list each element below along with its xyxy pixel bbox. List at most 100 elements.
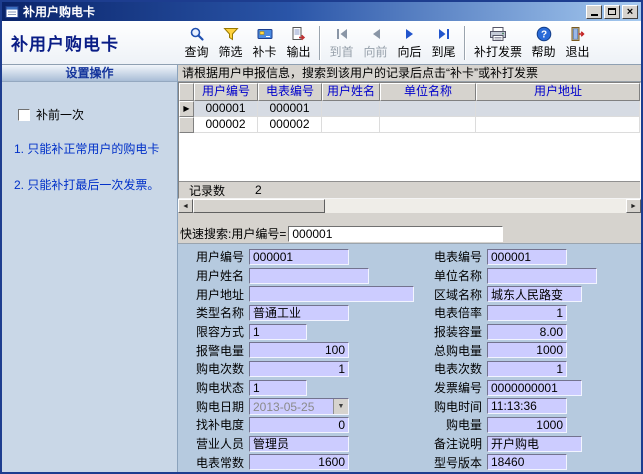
cell-user-id[interactable]: 000001 [194,101,258,117]
operator-input[interactable] [249,436,349,452]
purchase-status-label: 购电状态 [184,379,244,396]
purchase-time-label: 购电时间 [422,398,482,415]
cell-unit-name[interactable] [380,101,476,117]
scrollbar-track[interactable] [325,199,626,213]
toolbar: 查询 筛选 补卡 输出 到首 向前 [178,21,641,64]
quick-search-input[interactable] [288,226,503,242]
column-header-meter-id[interactable]: 电表编号 [258,83,322,101]
scroll-right-button[interactable]: ► [626,199,641,213]
remarks-label: 备注说明 [422,435,482,452]
scroll-left-button[interactable]: ◄ [178,199,193,213]
table-row[interactable]: 000002 000002 [179,117,640,133]
titlebar: 补用户购电卡 × [2,2,641,21]
maximize-icon [608,8,616,15]
quick-search-bar: 快速搜索:用户编号= [178,224,641,244]
help-button[interactable]: ? 帮助 [527,23,560,62]
purchase-time-input[interactable] [487,398,567,414]
table-row[interactable]: ▶ 000001 000001 [179,101,640,117]
remarks-input[interactable] [487,436,582,452]
region-name-label: 区域名称 [422,286,482,303]
close-button[interactable]: × [622,5,638,19]
record-count-value: 2 [255,183,262,197]
column-header-unit-name[interactable]: 单位名称 [380,83,476,101]
purchase-status-input[interactable] [249,380,307,396]
installed-capacity-input[interactable] [487,324,567,340]
model-version-input[interactable] [487,454,567,470]
sidebar: 设置操作 补前一次 1. 只能补正常用户的购电卡 2. 只能补打最后一次发票。 [2,65,178,472]
user-address-input[interactable] [249,286,414,302]
first-record-icon [333,26,351,42]
cell-meter-id[interactable]: 000002 [258,117,322,133]
detail-form: 用户编号 用户姓名 用户地址 类型名称 限容方式 报警电量 购电次数 购电状态 … [178,244,641,472]
toolbar-separator [319,26,321,60]
exit-button-label: 退出 [566,43,590,60]
type-name-input[interactable] [249,305,349,321]
cell-user-id[interactable]: 000002 [194,117,258,133]
next-record-button[interactable]: 向后 [393,23,426,62]
reprint-invoice-button-label: 补打发票 [474,43,522,60]
scroll-right-icon: ► [630,203,637,210]
alarm-power-input[interactable] [249,342,349,358]
card-icon [256,26,274,42]
horizontal-scrollbar[interactable]: ◄ ► [178,199,641,213]
column-header-user-id[interactable]: 用户编号 [194,83,258,101]
sidebar-title: 设置操作 [2,65,177,82]
grid-header-row: 用户编号 电表编号 用户姓名 单位名称 用户地址 [179,83,640,101]
scrollbar-thumb[interactable] [193,199,325,213]
cell-user-name[interactable] [322,101,380,117]
panel-spacer [178,213,641,224]
user-address-label: 用户地址 [184,286,244,303]
model-version-label: 型号版本 [422,454,482,471]
meter-constant-input[interactable] [249,454,349,470]
filter-button[interactable]: 筛选 [214,23,247,62]
grid-gutter-header [179,83,194,101]
purchase-power-input[interactable] [487,417,567,433]
meter-ratio-input[interactable] [487,305,567,321]
column-header-user-address[interactable]: 用户地址 [476,83,640,101]
checkbox-icon[interactable] [18,109,30,121]
first-record-button[interactable]: 到首 [325,23,358,62]
purchase-date-select[interactable]: 2013-05-25 ▼ [249,398,349,415]
user-id-input[interactable] [249,249,349,265]
cell-user-address[interactable] [476,101,640,117]
type-name-label: 类型名称 [184,304,244,321]
invoice-number-input[interactable] [487,380,582,396]
export-icon [290,26,308,42]
meter-constant-label: 电表常数 [184,454,244,471]
instruction-bar: 请根据用户申报信息，搜索到该用户的记录后点击“补卡”或补打发票 [178,65,641,82]
user-name-input[interactable] [249,268,369,284]
meter-ratio-label: 电表倍率 [422,304,482,321]
help-icon: ? [535,26,553,42]
pre-once-checkbox-row[interactable]: 补前一次 [18,106,177,123]
search-icon [188,26,206,42]
meter-id-input[interactable] [487,249,567,265]
form-right-column: 电表编号 单位名称 区域名称 电表倍率 报装容量 总购电量 电表次数 发票编号 … [422,248,641,472]
cell-unit-name[interactable] [380,117,476,133]
unit-name-label: 单位名称 [422,267,482,284]
query-button[interactable]: 查询 [180,23,213,62]
total-power-input[interactable] [487,342,567,358]
reissue-card-button-label: 补卡 [252,43,276,60]
chevron-down-icon[interactable]: ▼ [333,399,348,414]
export-button[interactable]: 输出 [282,23,315,62]
last-record-button[interactable]: 到尾 [427,23,460,62]
previous-record-button[interactable]: 向前 [359,23,392,62]
exit-button[interactable]: 退出 [561,23,594,62]
unit-name-input[interactable] [487,268,597,284]
reprint-invoice-button[interactable]: 补打发票 [470,23,526,62]
meter-count-input[interactable] [487,361,567,377]
column-header-user-name[interactable]: 用户姓名 [322,83,380,101]
cell-meter-id[interactable]: 000001 [258,101,322,117]
minimize-button[interactable] [586,5,602,19]
help-button-label: 帮助 [532,43,556,60]
meter-count-label: 电表次数 [422,360,482,377]
records-grid: 用户编号 电表编号 用户姓名 单位名称 用户地址 ▶ 000001 000001 [178,82,641,199]
capacity-limit-input[interactable] [249,324,307,340]
maximize-button[interactable] [604,5,620,19]
cell-user-address[interactable] [476,117,640,133]
region-name-input[interactable] [487,286,582,302]
reissue-card-button[interactable]: 补卡 [248,23,281,62]
purchase-count-input[interactable] [249,361,349,377]
cell-user-name[interactable] [322,117,380,133]
adjustment-power-input[interactable] [249,417,349,433]
